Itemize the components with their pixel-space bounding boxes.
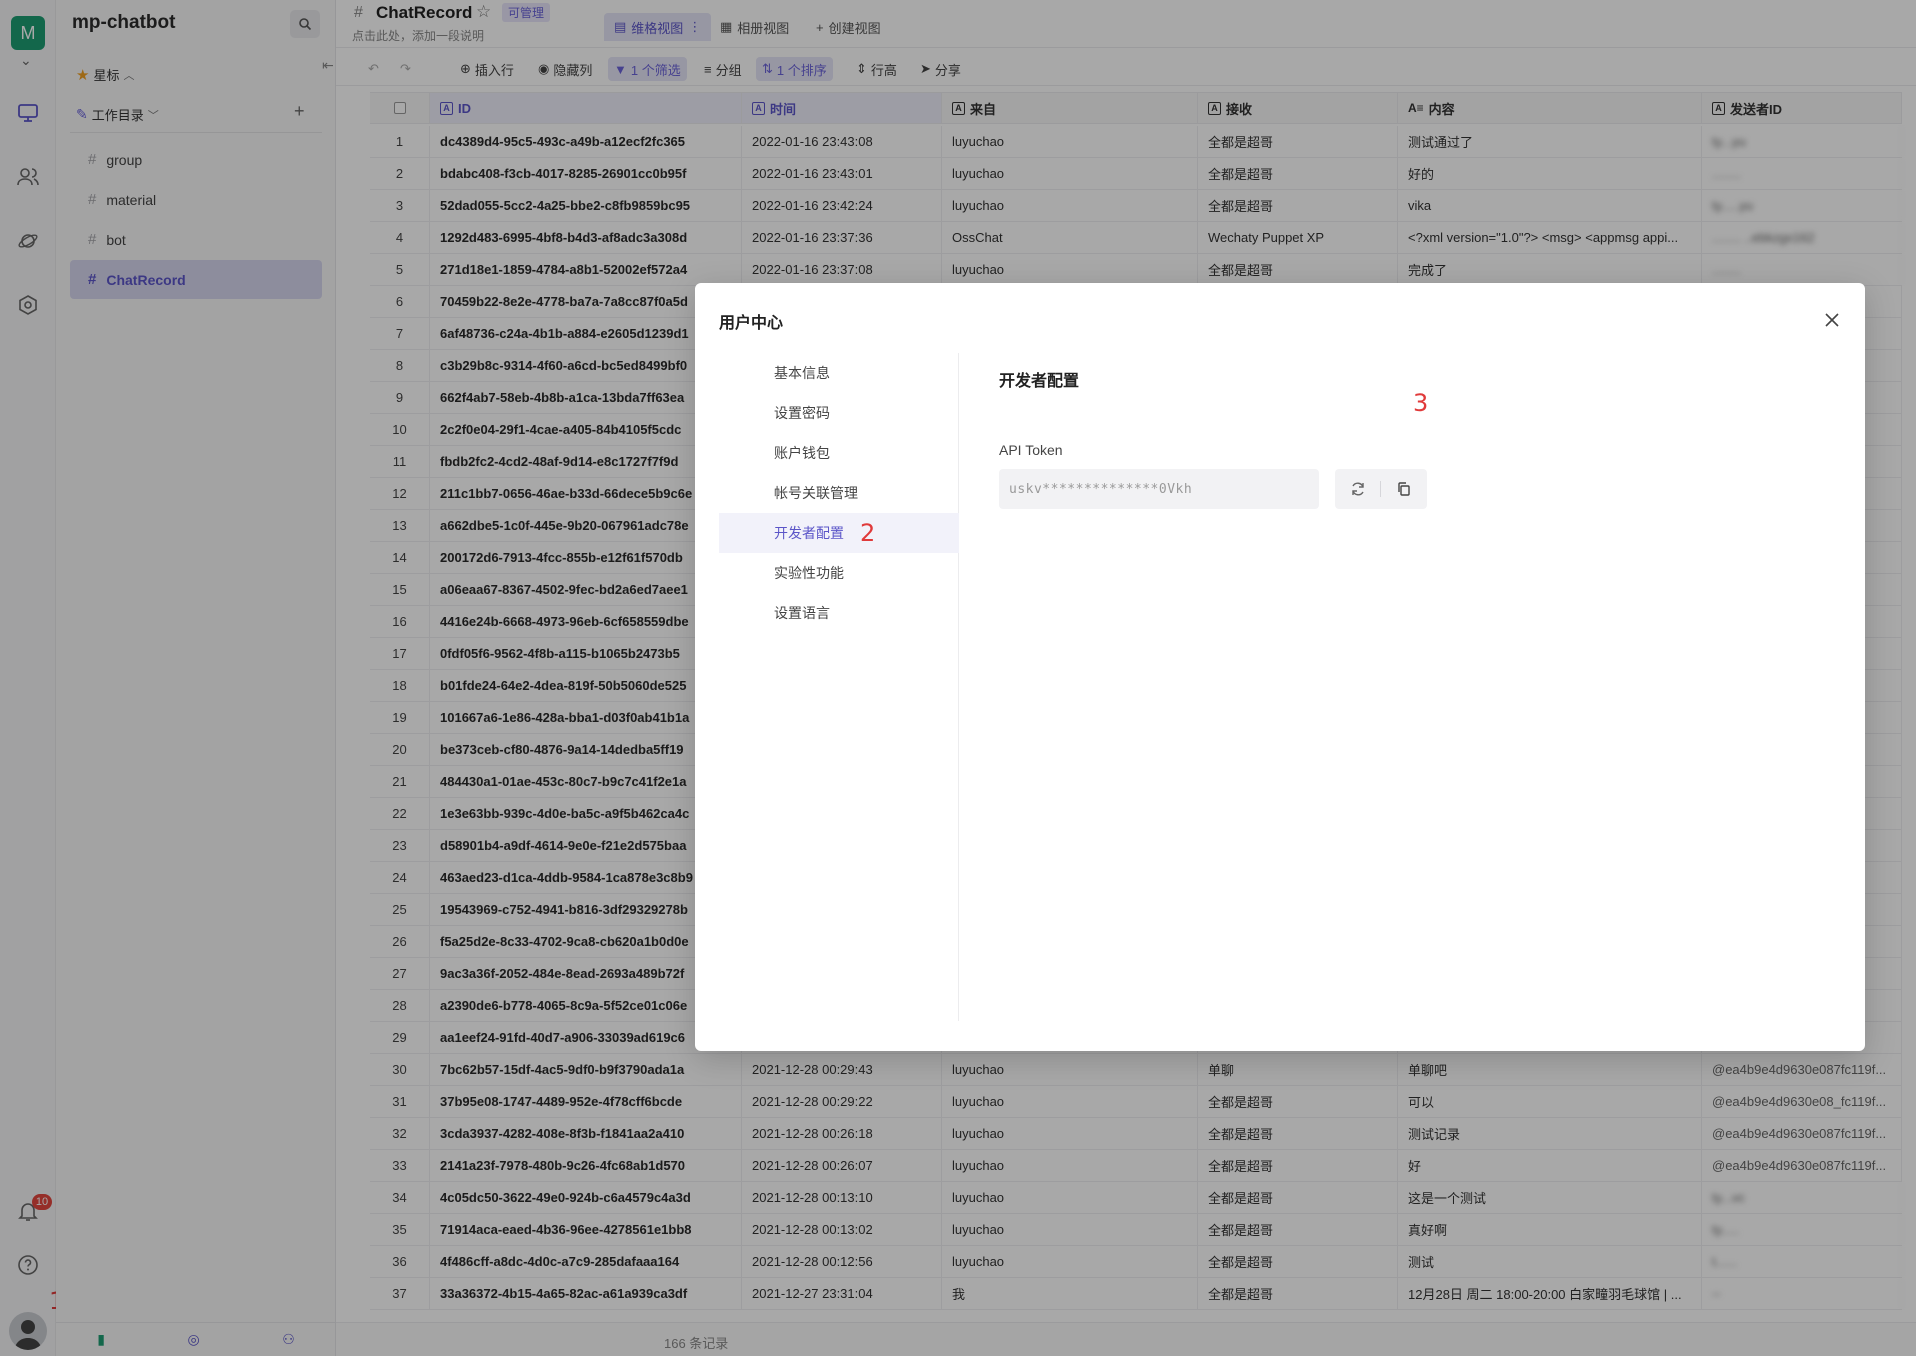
copy-icon	[1397, 482, 1410, 496]
copy-token-button[interactable]	[1381, 469, 1426, 509]
refresh-icon	[1351, 482, 1364, 496]
nav-basic-info[interactable]: 基本信息	[719, 353, 959, 393]
close-icon	[1825, 313, 1839, 327]
close-button[interactable]	[1819, 307, 1845, 333]
nav-account-binding[interactable]: 帐号关联管理	[719, 473, 959, 513]
dialog-title: 用户中心	[719, 315, 784, 332]
app-root: M ⌄ 10 1 mp-chatbot ⇤ ★	[0, 0, 1916, 1356]
refresh-token-button[interactable]	[1335, 469, 1380, 509]
section-title: 开发者配置	[999, 373, 1080, 390]
nav-label: 开发者配置	[774, 525, 844, 541]
annotation-marker-3: 3	[1413, 389, 1429, 417]
nav-wallet[interactable]: 账户钱包	[719, 433, 959, 473]
annotation-marker-2: 2	[860, 519, 876, 547]
user-center-nav: 基本信息 设置密码 账户钱包 帐号关联管理 开发者配置 2 实验性功能 设置语言	[719, 353, 959, 1021]
token-actions	[1335, 469, 1427, 509]
nav-developer-config[interactable]: 开发者配置 2	[719, 513, 959, 553]
user-center-dialog: 用户中心 基本信息 设置密码 账户钱包 帐号关联管理 开发者配置 2 实验性功能…	[695, 283, 1865, 1051]
api-token-label: API Token	[999, 442, 1063, 458]
nav-language[interactable]: 设置语言	[719, 593, 959, 633]
nav-set-password[interactable]: 设置密码	[719, 393, 959, 433]
api-token-field[interactable]: uskv**************0Vkh	[999, 469, 1319, 509]
nav-experimental[interactable]: 实验性功能	[719, 553, 959, 593]
